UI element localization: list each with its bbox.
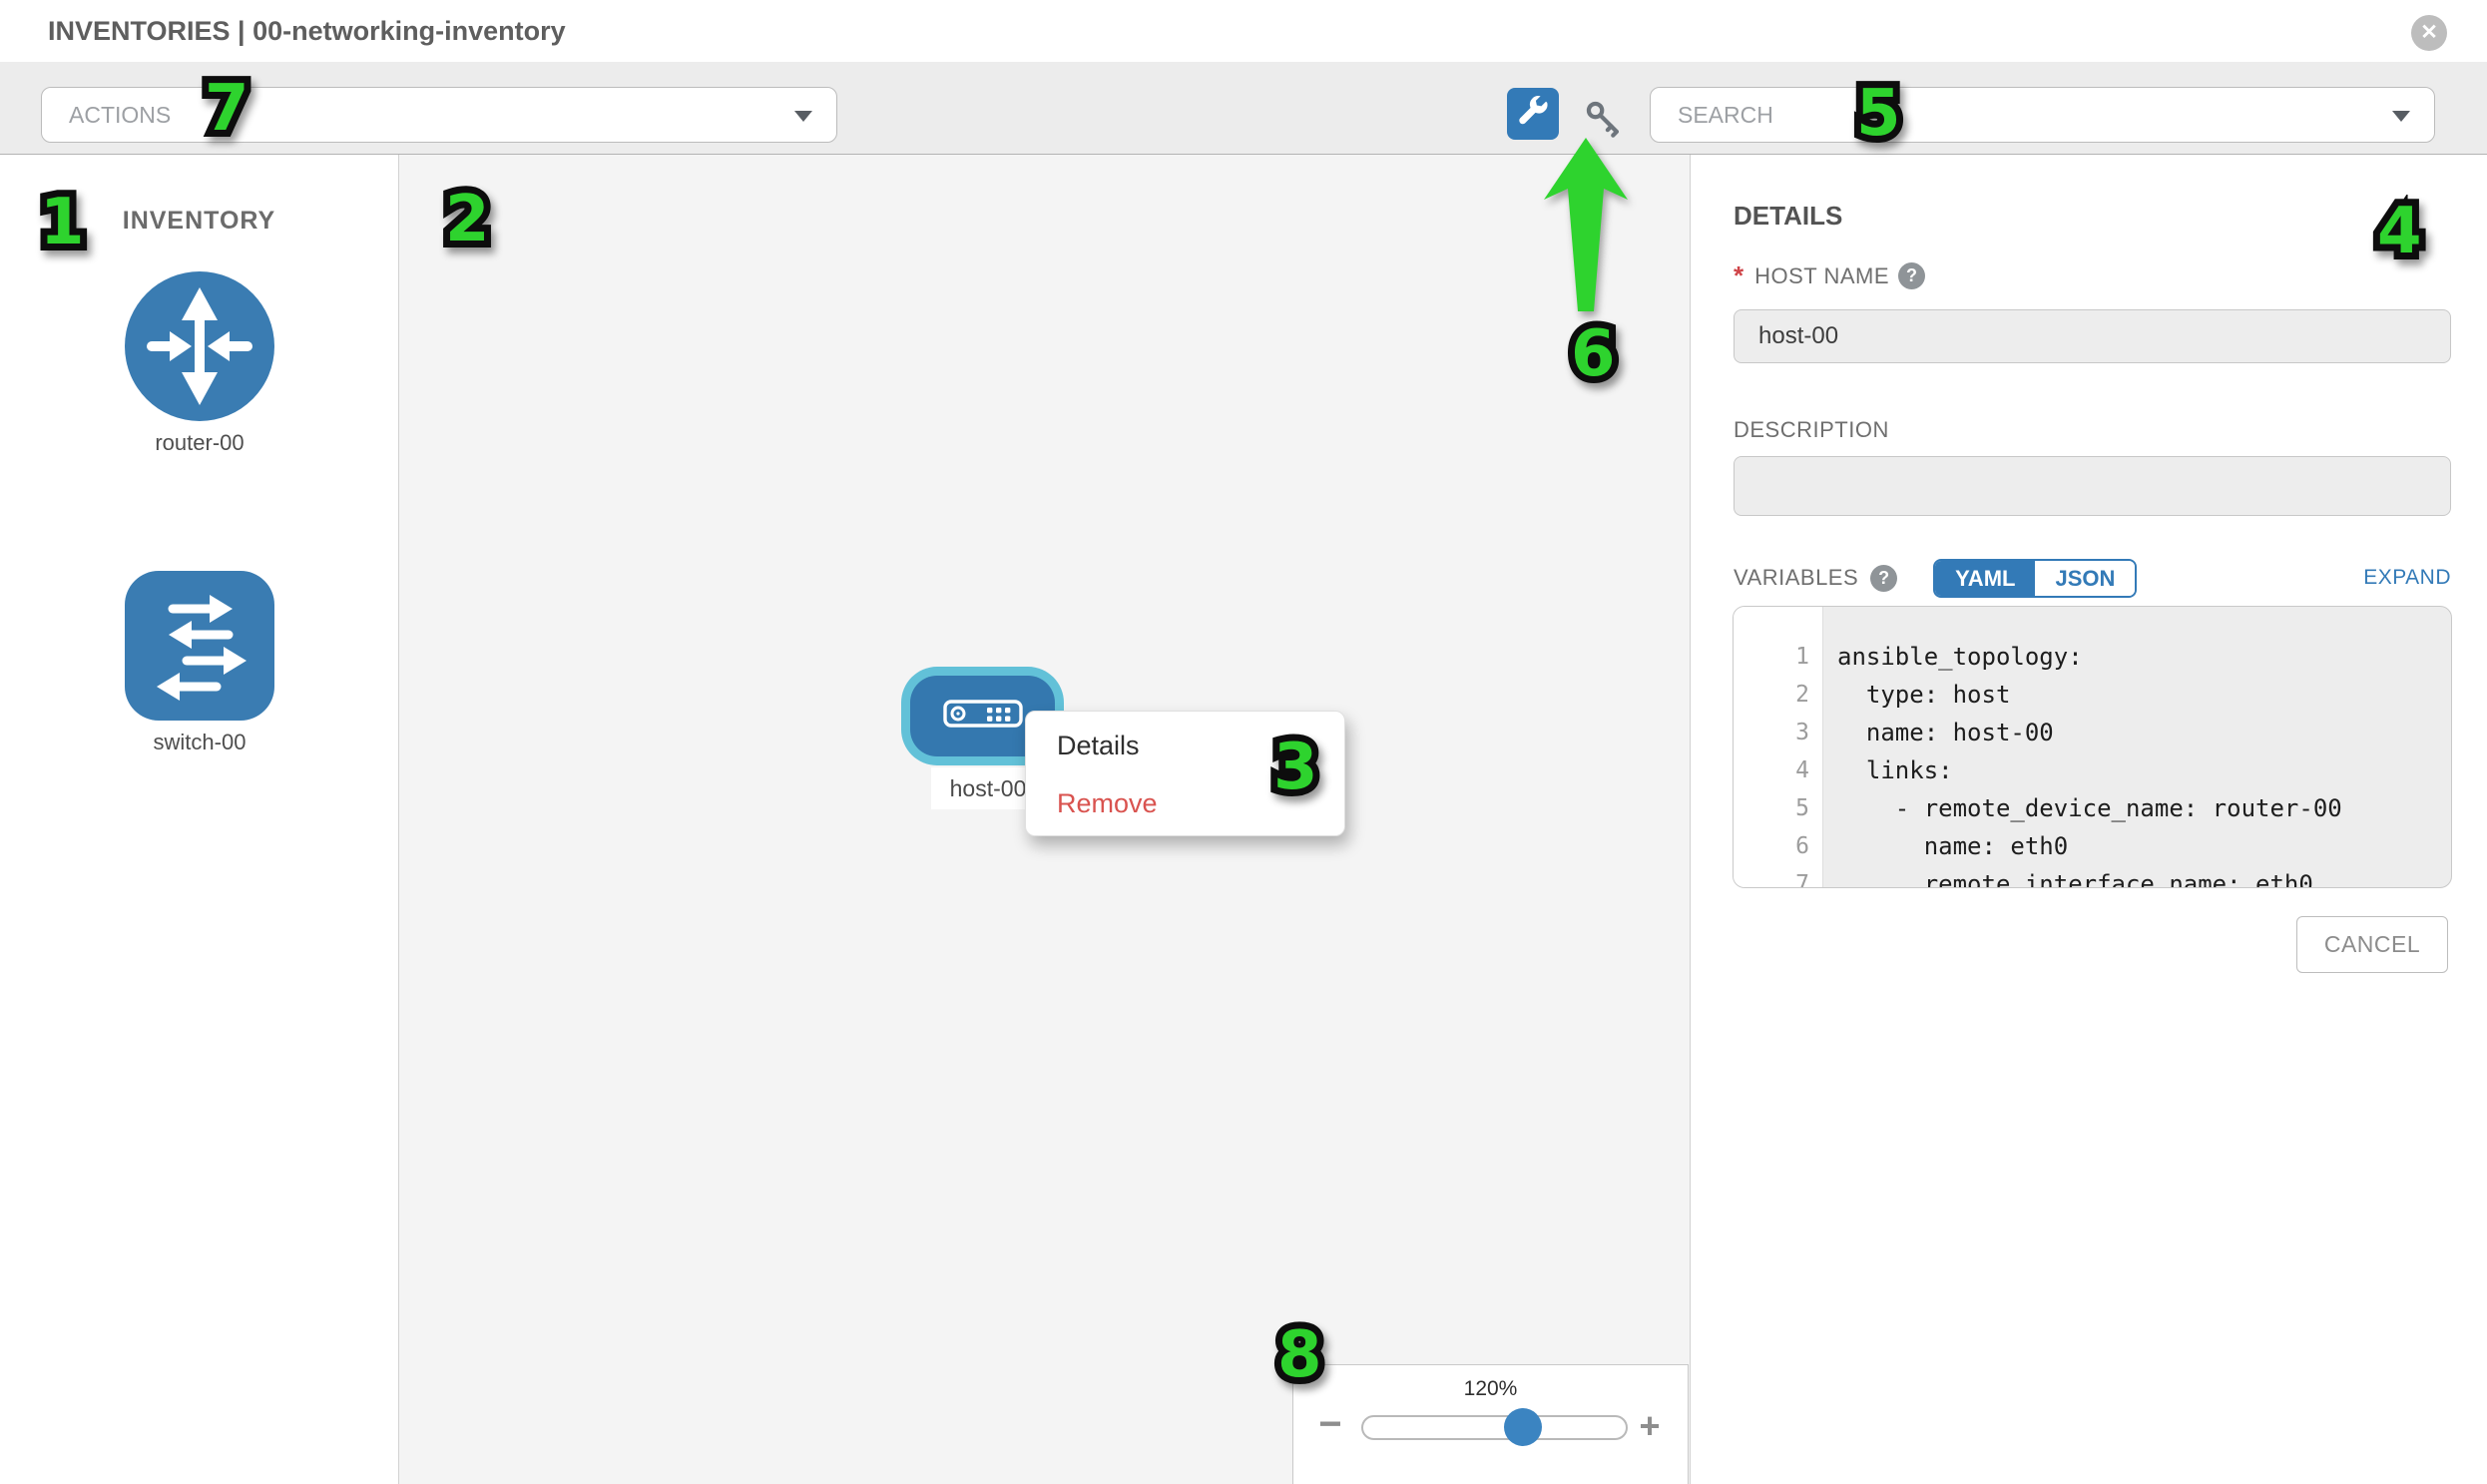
page-title: INVENTORIES | 00-networking-inventory — [48, 0, 566, 62]
format-toggle: YAML JSON — [1933, 559, 2137, 598]
host-name-label: HOST NAME — [1754, 263, 1889, 289]
cancel-button[interactable]: CANCEL — [2296, 916, 2448, 973]
toolbar: ACTIONS SEARCH — [0, 62, 2487, 155]
palette-item-router-label: router-00 — [75, 430, 324, 456]
chevron-down-icon — [794, 111, 812, 122]
switch-icon — [125, 708, 274, 725]
zoom-out-button[interactable]: − — [1315, 1403, 1345, 1445]
line-number: 7 — [1734, 865, 1822, 888]
description-label-row: DESCRIPTION — [1734, 417, 1889, 443]
code-line: - remote_device_name: router-00 — [1837, 789, 2451, 827]
annotation-number-4: 4 — [2377, 198, 2422, 265]
expand-link[interactable]: EXPAND — [2363, 566, 2451, 590]
line-number: 3 — [1734, 714, 1822, 751]
variables-row: VARIABLES ? YAML JSON EXPAND — [1734, 557, 2451, 599]
code-line: type: host — [1837, 676, 2451, 714]
wrench-icon — [1517, 96, 1549, 133]
annotation-number-2: 2 — [445, 186, 490, 253]
palette-item-router[interactable] — [125, 271, 274, 421]
description-input[interactable] — [1734, 456, 2451, 516]
annotation-arrow-up — [1540, 136, 1632, 315]
annotation-number-3: 3 — [1273, 734, 1318, 801]
close-icon[interactable]: ✕ — [2411, 15, 2447, 51]
code-line: ansible_topology: — [1837, 638, 2451, 676]
app-window: INVENTORIES | 00-networking-inventory ✕ … — [0, 0, 2487, 1484]
key-button[interactable] — [1583, 98, 1625, 140]
line-number: 4 — [1734, 751, 1822, 789]
palette-item-switch[interactable] — [125, 571, 274, 721]
host-name-label-row: * HOST NAME ? — [1734, 260, 1925, 291]
zoom-slider-thumb[interactable] — [1504, 1408, 1542, 1446]
host-icon — [943, 700, 1023, 733]
search-dropdown[interactable]: SEARCH — [1650, 87, 2435, 143]
toggle-yaml[interactable]: YAML — [1935, 561, 2035, 596]
code-line-numbers: 1 2 3 4 5 6 7 — [1734, 607, 1823, 887]
zoom-slider[interactable] — [1361, 1415, 1628, 1440]
line-number: 2 — [1734, 676, 1822, 714]
description-label: DESCRIPTION — [1734, 417, 1889, 443]
host-name-input[interactable] — [1734, 309, 2451, 363]
code-lines: ansible_topology: type: host name: host-… — [1823, 607, 2451, 887]
zoom-control-panel: 120% − + — [1292, 1364, 1689, 1484]
annotation-number-6: 6 — [1571, 320, 1616, 388]
inventory-sidebar: INVENTORY router-00 — [0, 155, 399, 1484]
variables-code-editor[interactable]: 1 2 3 4 5 6 7 ansible_topology: type: ho… — [1733, 606, 2452, 888]
code-line: name: eth0 — [1837, 827, 2451, 865]
tools-button[interactable] — [1507, 88, 1559, 140]
details-panel-title: DETAILS — [1734, 201, 1842, 232]
router-icon — [125, 408, 274, 425]
actions-dropdown[interactable]: ACTIONS — [41, 87, 837, 143]
line-number: 6 — [1734, 827, 1822, 865]
zoom-in-button[interactable]: + — [1635, 1405, 1665, 1447]
details-panel: DETAILS * HOST NAME ? DESCRIPTION VARIAB… — [1690, 155, 2487, 1484]
topology-canvas[interactable]: host-00 Details Remove 120% − + — [399, 155, 1690, 1484]
annotation-number-7: 7 — [205, 75, 249, 143]
annotation-number-1: 1 — [40, 189, 85, 256]
palette-item-switch-label: switch-00 — [75, 730, 324, 755]
code-line: links: — [1837, 751, 2451, 789]
annotation-number-8: 8 — [1277, 1321, 1322, 1389]
variables-label: VARIABLES — [1734, 565, 1858, 591]
code-line: remote_interface_name: eth0 — [1837, 865, 2451, 888]
line-number: 1 — [1734, 638, 1822, 676]
required-asterisk-icon: * — [1734, 260, 1743, 291]
chevron-down-icon — [2392, 111, 2410, 122]
help-icon[interactable]: ? — [1898, 262, 1925, 289]
search-dropdown-placeholder: SEARCH — [1678, 88, 1773, 142]
line-number: 5 — [1734, 789, 1822, 827]
actions-dropdown-placeholder: ACTIONS — [69, 88, 171, 142]
header: INVENTORIES | 00-networking-inventory ✕ — [0, 0, 2487, 63]
toggle-json[interactable]: JSON — [2035, 561, 2135, 596]
zoom-level-label: 120% — [1293, 1377, 1688, 1401]
annotation-number-5: 5 — [1856, 80, 1901, 148]
help-icon[interactable]: ? — [1870, 565, 1897, 592]
code-line: name: host-00 — [1837, 714, 2451, 751]
